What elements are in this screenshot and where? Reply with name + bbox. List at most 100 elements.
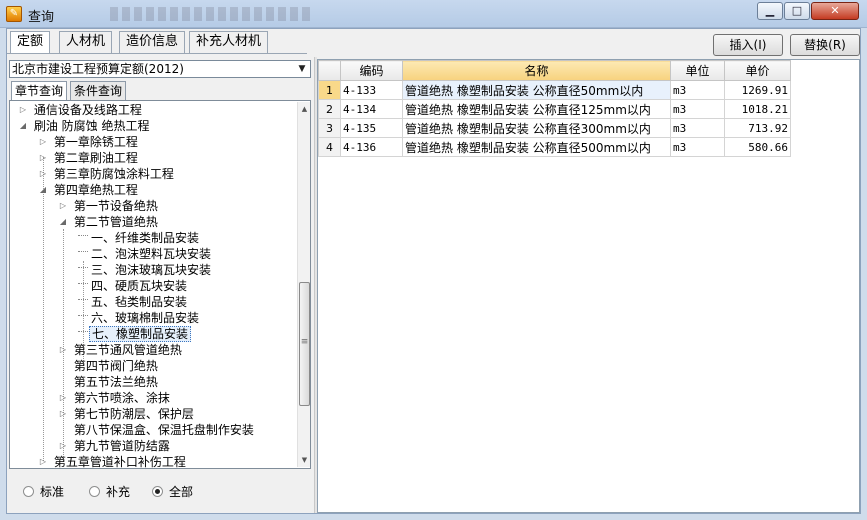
- tab-supplement-material[interactable]: 补充人材机: [189, 31, 269, 53]
- scroll-down-icon[interactable]: ▼: [298, 453, 310, 467]
- tree-expand-icon[interactable]: ▷: [38, 454, 48, 468]
- tree-expand-icon[interactable]: ▷: [38, 134, 48, 150]
- tree-item-label: 第二节管道绝热: [73, 215, 158, 229]
- cell-code[interactable]: 4-133: [340, 80, 403, 100]
- cell-name[interactable]: 管道绝热 橡塑制品安装 公称直径125mm以内: [402, 99, 671, 119]
- tree-item[interactable]: ▷ 第一章除锈工程: [38, 134, 140, 150]
- blurred-title-area: [110, 7, 310, 21]
- tab-quota[interactable]: 定额: [10, 31, 51, 54]
- tree-item-label: 一、纤维类制品安装: [91, 231, 200, 245]
- scrollbar-thumb[interactable]: ≡: [299, 282, 310, 406]
- tree-item[interactable]: ◢ 第二节管道绝热: [58, 214, 160, 230]
- tree-item[interactable]: ▷ 第二章刷油工程: [38, 150, 140, 166]
- tab-condition-query[interactable]: 条件查询: [70, 81, 127, 100]
- tree-branch-line: [78, 250, 88, 259]
- tree-item[interactable]: ▷ 第九节管道防结露: [58, 438, 172, 454]
- tree-collapse-icon[interactable]: ◢: [38, 182, 48, 198]
- tree-item[interactable]: ▷ 第三节通风管道绝热: [58, 342, 184, 358]
- quota-table: 编码 名称 单位 单价 1 4-133 管道绝热 橡塑制品安装 公称直径50mm以内…: [318, 60, 791, 157]
- tree-branch-line: [78, 330, 88, 339]
- chevron-down-icon[interactable]: ▼: [295, 62, 309, 76]
- close-button[interactable]: ✕: [811, 2, 859, 20]
- tree-collapse-icon[interactable]: ◢: [58, 214, 68, 230]
- tree-item[interactable]: 二、泡沫塑料瓦块安装: [78, 246, 213, 262]
- radio-all[interactable]: 全部: [152, 483, 193, 500]
- cell-price[interactable]: 580.66: [724, 137, 791, 157]
- tree-item-label: 第三章防腐蚀涂料工程: [53, 167, 174, 181]
- tree-guide-line: [43, 157, 44, 461]
- tree-branch-line: [78, 298, 88, 307]
- tree-item[interactable]: 六、玻璃棉制品安装: [78, 310, 201, 326]
- insert-button[interactable]: 插入(I): [713, 34, 783, 56]
- tree-item[interactable]: ▷ 第三章防腐蚀涂料工程: [38, 166, 176, 182]
- cell-price[interactable]: 1018.21: [724, 99, 791, 119]
- tree-expand-icon[interactable]: ▷: [58, 390, 68, 406]
- cell-unit[interactable]: m3: [670, 80, 725, 100]
- cell-name[interactable]: 管道绝热 橡塑制品安装 公称直径50mm以内: [402, 80, 671, 100]
- tree-item[interactable]: 第四节阀门绝热: [58, 358, 160, 374]
- tree-item[interactable]: ▷ 第七节防潮层、保护层: [58, 406, 196, 422]
- tree-branch-line: [78, 282, 88, 291]
- tree-scrollbar[interactable]: ▲ ≡ ▼: [297, 102, 310, 467]
- col-header-code[interactable]: 编码: [340, 60, 403, 81]
- tree-item[interactable]: ▷ 第一节设备绝热: [58, 198, 160, 214]
- row-index: 4: [318, 137, 341, 157]
- cell-unit[interactable]: m3: [670, 137, 725, 157]
- tree-item-label: 通信设备及线路工程: [33, 103, 142, 117]
- tree-expand-icon[interactable]: ▷: [58, 198, 68, 214]
- cell-code[interactable]: 4-135: [340, 118, 403, 138]
- tree-item[interactable]: ◢ 第四章绝热工程: [38, 182, 140, 198]
- tree-item[interactable]: 一、纤维类制品安装: [78, 230, 201, 246]
- tree-item[interactable]: ▷ 通信设备及线路工程: [18, 102, 144, 118]
- tree-expand-icon[interactable]: ▷: [38, 166, 48, 182]
- cell-price[interactable]: 1269.91: [724, 80, 791, 100]
- tree-item-label: 第五节法兰绝热: [73, 375, 158, 389]
- tree-item-label: 第一章除锈工程: [53, 135, 138, 149]
- col-header-name[interactable]: 名称: [402, 60, 671, 81]
- col-header-price[interactable]: 单价: [724, 60, 791, 81]
- tree-expand-icon[interactable]: ▷: [38, 150, 48, 166]
- tree-expand-icon[interactable]: ▷: [18, 102, 28, 118]
- minimize-button[interactable]: ▁: [757, 2, 783, 20]
- tree-collapse-icon[interactable]: ◢: [18, 118, 28, 134]
- tree-item[interactable]: 五、毡类制品安装: [78, 294, 189, 310]
- tree-item[interactable]: ▷ 第五章管道补口补伤工程: [38, 454, 188, 469]
- replace-button[interactable]: 替换(R): [790, 34, 860, 56]
- radio-supplement[interactable]: 补充: [89, 483, 130, 500]
- tree-item[interactable]: 七、橡塑制品安装: [78, 326, 192, 342]
- tree-item[interactable]: 四、硬质瓦块安装: [78, 278, 189, 294]
- tree-expand-icon[interactable]: ▷: [58, 342, 68, 358]
- tab-cost-info[interactable]: 造价信息: [119, 31, 186, 53]
- tree-expand-icon[interactable]: ▷: [58, 406, 68, 422]
- cell-name[interactable]: 管道绝热 橡塑制品安装 公称直径300mm以内: [402, 118, 671, 138]
- tree-item-label: 第五章管道补口补伤工程: [53, 455, 186, 469]
- row-index: 1: [318, 80, 341, 100]
- cell-code[interactable]: 4-136: [340, 137, 403, 157]
- quota-library-select[interactable]: 北京市建设工程预算定额(2012) ▼: [9, 60, 311, 78]
- table-row[interactable]: 3 4-135 管道绝热 橡塑制品安装 公称直径300mm以内 m3 713.92: [318, 118, 791, 138]
- tree-item-label: 第九节管道防结露: [73, 439, 170, 453]
- client-area: 定额 人材机 造价信息 补充人材机 插入(I) 替换(R) 北京市建设工程预算定…: [6, 28, 861, 514]
- maximize-button[interactable]: □: [784, 2, 810, 20]
- scroll-up-icon[interactable]: ▲: [298, 102, 310, 116]
- cell-code[interactable]: 4-134: [340, 99, 403, 119]
- table-row[interactable]: 4 4-136 管道绝热 橡塑制品安装 公称直径500mm以内 m3 580.66: [318, 137, 791, 157]
- tree-item-label: 第八节保温盒、保温托盘制作安装: [73, 423, 254, 437]
- table-row[interactable]: 1 4-133 管道绝热 橡塑制品安装 公称直径50mm以内 m3 1269.91: [318, 80, 791, 100]
- cell-name[interactable]: 管道绝热 橡塑制品安装 公称直径500mm以内: [402, 137, 671, 157]
- row-index: 3: [318, 118, 341, 138]
- tree-expand-icon[interactable]: ▷: [58, 438, 68, 454]
- table-row[interactable]: 2 4-134 管道绝热 橡塑制品安装 公称直径125mm以内 m3 1018.21: [318, 99, 791, 119]
- tree-item[interactable]: 第五节法兰绝热: [58, 374, 160, 390]
- tab-labor-material-machine[interactable]: 人材机: [59, 31, 113, 53]
- col-header-unit[interactable]: 单位: [670, 60, 725, 81]
- cell-unit[interactable]: m3: [670, 118, 725, 138]
- tree-item[interactable]: 三、泡沫玻璃瓦块安装: [78, 262, 213, 278]
- cell-unit[interactable]: m3: [670, 99, 725, 119]
- tree-item[interactable]: ▷ 第六节喷涂、涂抹: [58, 390, 172, 406]
- tab-chapter-query[interactable]: 章节查询: [11, 81, 68, 101]
- tree-item[interactable]: ◢ 刷油 防腐蚀 绝热工程: [18, 118, 151, 134]
- radio-standard[interactable]: 标准: [23, 483, 64, 500]
- tree-item[interactable]: 第八节保温盒、保温托盘制作安装: [58, 422, 256, 438]
- cell-price[interactable]: 713.92: [724, 118, 791, 138]
